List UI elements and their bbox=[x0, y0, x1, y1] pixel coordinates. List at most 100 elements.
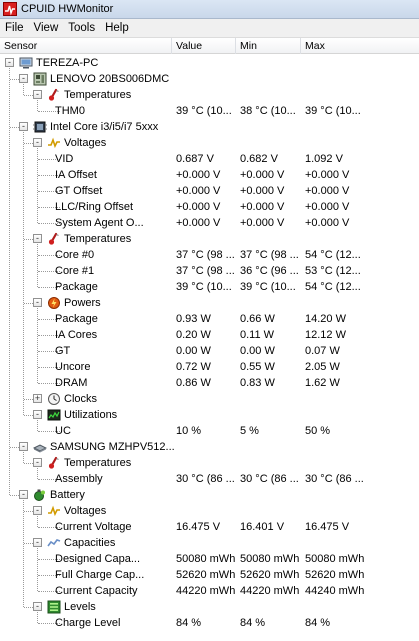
min-cell: 52620 mWh bbox=[240, 569, 300, 581]
voltage-icon bbox=[47, 504, 61, 518]
max-cell: 53 °C (12... bbox=[305, 265, 361, 277]
tree-node-row[interactable]: - Battery bbox=[0, 487, 419, 503]
collapse-toggle[interactable]: - bbox=[33, 602, 42, 611]
computer-icon bbox=[19, 56, 33, 70]
menu-help[interactable]: Help bbox=[100, 22, 134, 34]
node-label-thm0: THM0 bbox=[55, 105, 85, 117]
collapse-toggle[interactable]: - bbox=[19, 74, 28, 83]
tree-node-row[interactable]: - Levels bbox=[0, 599, 419, 615]
sensor-row[interactable]: Core #0 37 °C (98 ... 37 °C (98 ... 54 °C (… bbox=[0, 247, 419, 263]
battery-icon bbox=[33, 488, 47, 502]
collapse-toggle[interactable]: - bbox=[33, 506, 42, 515]
collapse-toggle[interactable]: - bbox=[19, 442, 28, 451]
tree-guide-branch bbox=[24, 607, 33, 608]
collapse-toggle[interactable]: - bbox=[19, 122, 28, 131]
sensor-row[interactable]: Assembly 30 °C (86 ... 30 °C (86 ... 30 °C … bbox=[0, 471, 419, 487]
collapse-toggle[interactable]: - bbox=[33, 410, 42, 419]
value-cell: 0.687 V bbox=[176, 153, 214, 165]
tree-node-row[interactable]: - Temperatures bbox=[0, 231, 419, 247]
tree-guide-branch bbox=[24, 143, 33, 144]
sensor-row[interactable]: Package 39 °C (10... 39 °C (10... 54 °C (12… bbox=[0, 279, 419, 295]
value-cell: +0.000 V bbox=[176, 217, 221, 229]
sensor-row[interactable]: GT Offset +0.000 V +0.000 V +0.000 V bbox=[0, 183, 419, 199]
sensor-row[interactable]: DRAM 0.86 W 0.83 W 1.62 W bbox=[0, 375, 419, 391]
tree-node-row[interactable]: - Intel Core i3/i5/i7 5xxx bbox=[0, 119, 419, 135]
tree-guide-branch bbox=[24, 95, 33, 96]
min-cell: 0.11 W bbox=[240, 329, 275, 341]
node-label-samsung-mzhpv512: SAMSUNG MZHPV512... bbox=[50, 441, 175, 453]
min-cell: +0.000 V bbox=[240, 217, 285, 229]
sensor-row[interactable]: Core #1 37 °C (98 ... 36 °C (96 ... 53 °C (… bbox=[0, 263, 419, 279]
tree-guide-branch bbox=[24, 399, 33, 400]
tree-node-row[interactable]: - Voltages bbox=[0, 135, 419, 151]
min-cell: 30 °C (86 ... bbox=[240, 473, 299, 485]
sensor-row[interactable]: Charge Level 84 % 84 % 84 % bbox=[0, 615, 419, 631]
column-header-min[interactable]: Min bbox=[236, 38, 301, 54]
sensor-row[interactable]: IA Offset +0.000 V +0.000 V +0.000 V bbox=[0, 167, 419, 183]
collapse-toggle[interactable]: - bbox=[33, 138, 42, 147]
max-cell: +0.000 V bbox=[305, 169, 350, 181]
collapse-toggle[interactable]: - bbox=[5, 58, 14, 67]
max-cell: +0.000 V bbox=[305, 217, 350, 229]
sensor-row[interactable]: Designed Capa... 50080 mWh 50080 mWh 50080 … bbox=[0, 551, 419, 567]
sensor-row[interactable]: UC 10 % 5 % 50 % bbox=[0, 423, 419, 439]
thermometer-icon bbox=[47, 232, 61, 246]
collapse-toggle[interactable]: - bbox=[33, 298, 42, 307]
tree-node-row[interactable]: - Capacities bbox=[0, 535, 419, 551]
tree-node-row[interactable]: - Powers bbox=[0, 295, 419, 311]
sensor-row[interactable]: Current Capacity 44220 mWh 44220 mWh 44240 … bbox=[0, 583, 419, 599]
max-cell: 0.07 W bbox=[305, 345, 340, 357]
collapse-toggle[interactable]: - bbox=[33, 90, 42, 99]
sensor-row[interactable]: System Agent O... +0.000 V +0.000 V +0.000 … bbox=[0, 215, 419, 231]
sensor-row[interactable]: Current Voltage 16.475 V 16.401 V 16.475 V bbox=[0, 519, 419, 535]
sensor-tree: - TEREZA-PC - LENOVO 20BS006DMC - Temperature… bbox=[0, 55, 419, 641]
max-cell: 44240 mWh bbox=[305, 585, 365, 597]
tree-node-row[interactable]: - Temperatures bbox=[0, 87, 419, 103]
max-cell: 50 % bbox=[305, 425, 331, 437]
menu-view[interactable]: View bbox=[29, 22, 64, 34]
node-label-current-capacity: Current Capacity bbox=[55, 585, 138, 597]
menu-tools[interactable]: Tools bbox=[63, 22, 100, 34]
node-label-charge-level: Charge Level bbox=[55, 617, 121, 629]
collapse-toggle[interactable]: - bbox=[19, 490, 28, 499]
sensor-row[interactable]: GT 0.00 W 0.00 W 0.07 W bbox=[0, 343, 419, 359]
min-cell: 38 °C (10... bbox=[240, 105, 296, 117]
node-label-clocks: Clocks bbox=[64, 393, 98, 405]
sensor-row[interactable]: Full Charge Cap... 52620 mWh 52620 mWh 5262… bbox=[0, 567, 419, 583]
menu-file[interactable]: File bbox=[0, 22, 29, 34]
tree-guide-branch bbox=[24, 239, 33, 240]
min-cell: 0.682 V bbox=[240, 153, 278, 165]
tree-node-row[interactable]: - Utilizations bbox=[0, 407, 419, 423]
node-label-gt: GT bbox=[55, 345, 71, 357]
min-cell: 37 °C (98 ... bbox=[240, 249, 299, 261]
value-cell: 84 % bbox=[176, 617, 202, 629]
thermometer-icon bbox=[47, 88, 61, 102]
column-header-value[interactable]: Value bbox=[172, 38, 236, 54]
collapse-toggle[interactable]: - bbox=[33, 234, 42, 243]
sensor-row[interactable]: THM0 39 °C (10... 38 °C (10... 39 °C (10... bbox=[0, 103, 419, 119]
value-cell: 37 °C (98 ... bbox=[176, 265, 235, 277]
tree-node-row[interactable]: - TEREZA-PC bbox=[0, 55, 419, 71]
value-cell: +0.000 V bbox=[176, 201, 221, 213]
tree-node-row[interactable]: - Voltages bbox=[0, 503, 419, 519]
sensor-row[interactable]: IA Cores 0.20 W 0.11 W 12.12 W bbox=[0, 327, 419, 343]
tree-node-row[interactable]: - Temperatures bbox=[0, 455, 419, 471]
node-label-capacities: Capacities bbox=[64, 537, 116, 549]
sensor-row[interactable]: Uncore 0.72 W 0.55 W 2.05 W bbox=[0, 359, 419, 375]
collapse-toggle[interactable]: - bbox=[33, 538, 42, 547]
value-cell: 0.93 W bbox=[176, 313, 211, 325]
expand-toggle[interactable]: + bbox=[33, 394, 42, 403]
min-cell: 5 % bbox=[240, 425, 259, 437]
min-cell: 84 % bbox=[240, 617, 266, 629]
sensor-row[interactable]: Package 0.93 W 0.66 W 14.20 W bbox=[0, 311, 419, 327]
column-header-max[interactable]: Max bbox=[301, 38, 419, 54]
sensor-row[interactable]: LLC/Ring Offset +0.000 V +0.000 V +0.000 V bbox=[0, 199, 419, 215]
tree-node-row[interactable]: - LENOVO 20BS006DMC bbox=[0, 71, 419, 87]
hwmonitor-app-icon[interactable] bbox=[3, 2, 17, 16]
min-cell: 44220 mWh bbox=[240, 585, 300, 597]
tree-node-row[interactable]: - SAMSUNG MZHPV512... bbox=[0, 439, 419, 455]
collapse-toggle[interactable]: - bbox=[33, 458, 42, 467]
column-header-sensor[interactable]: Sensor bbox=[0, 38, 172, 54]
sensor-row[interactable]: VID 0.687 V 0.682 V 1.092 V bbox=[0, 151, 419, 167]
tree-node-row[interactable]: + Clocks bbox=[0, 391, 419, 407]
